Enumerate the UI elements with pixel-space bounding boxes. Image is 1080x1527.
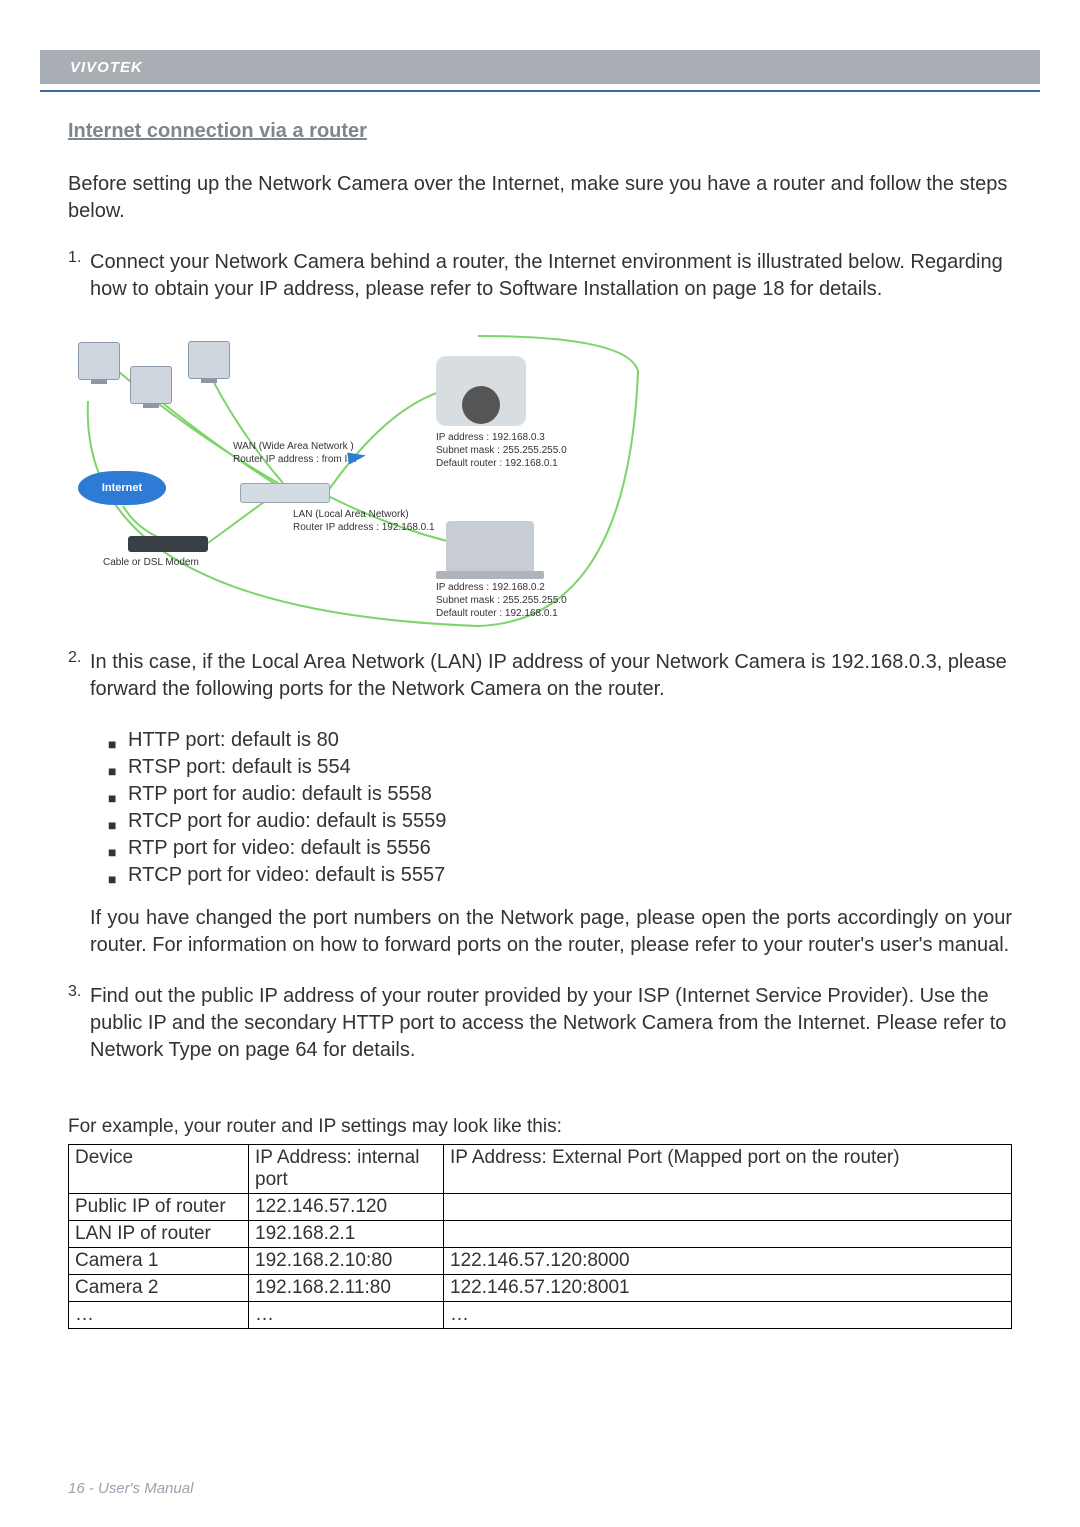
- header-bar: VIVOTEK: [40, 50, 1040, 84]
- step-3-text: Find out the public IP address of your r…: [90, 983, 1012, 1064]
- step-number: 1.: [68, 249, 90, 327]
- step-number: 3.: [68, 983, 90, 1088]
- camera-icon: [436, 356, 526, 426]
- ip-settings-table: Device IP Address: internal port IP Addr…: [68, 1144, 1012, 1329]
- table-row: Camera 1 192.168.2.10:80 122.146.57.120:…: [69, 1247, 1012, 1274]
- step-1: 1. Connect your Network Camera behind a …: [68, 249, 1012, 327]
- step-2-text: In this case, if the Local Area Network …: [90, 649, 1012, 703]
- lan-label: LAN (Local Area Network) Router IP addre…: [293, 509, 435, 534]
- table-header: Device: [69, 1144, 249, 1193]
- internet-cloud-icon: Internet: [78, 471, 166, 505]
- wan-label: WAN (Wide Area Network ) Router IP addre…: [233, 441, 361, 466]
- step-2-note: If you have changed the port numbers on …: [90, 905, 1012, 959]
- monitor-icon: [78, 342, 120, 380]
- monitor-icon: [130, 366, 172, 404]
- list-item: ■HTTP port: default is 80: [108, 727, 1012, 754]
- modem-label: Cable or DSL Modem: [103, 557, 199, 568]
- page-content: Internet connection via a router Before …: [68, 120, 1012, 1329]
- laptop-label: IP address : 192.168.0.2 Subnet mask : 2…: [436, 581, 567, 620]
- brand-text: VIVOTEK: [70, 59, 143, 76]
- table-header: IP Address: External Port (Mapped port o…: [444, 1144, 1012, 1193]
- monitor-icon: [188, 341, 230, 379]
- step-number: 2.: [68, 649, 90, 727]
- table-row: LAN IP of router 192.168.2.1: [69, 1220, 1012, 1247]
- list-item: ■RTP port for audio: default is 5558: [108, 781, 1012, 808]
- modem-icon: [128, 536, 208, 552]
- laptop-icon: [446, 521, 534, 573]
- intro-text: Before setting up the Network Camera ove…: [68, 171, 1012, 225]
- table-row: Camera 2 192.168.2.11:80 122.146.57.120:…: [69, 1274, 1012, 1301]
- list-item: ■RTCP port for audio: default is 5559: [108, 808, 1012, 835]
- list-item: ■RTSP port: default is 554: [108, 754, 1012, 781]
- step-1-text: Connect your Network Camera behind a rou…: [90, 249, 1012, 303]
- table-row: … … …: [69, 1301, 1012, 1328]
- camera-label: IP address : 192.168.0.3 Subnet mask : 2…: [436, 431, 567, 470]
- table-intro: For example, your router and IP settings…: [68, 1114, 1012, 1140]
- header-rule: [40, 90, 1040, 92]
- router-icon: [240, 483, 330, 503]
- step-2: 2. In this case, if the Local Area Netwo…: [68, 649, 1012, 727]
- table-header: IP Address: internal port: [249, 1144, 444, 1193]
- list-item: ■RTCP port for video: default is 5557: [108, 862, 1012, 889]
- list-item: ■RTP port for video: default is 5556: [108, 835, 1012, 862]
- step-3: 3. Find out the public IP address of you…: [68, 983, 1012, 1088]
- section-title: Internet connection via a router: [68, 120, 1012, 143]
- port-list: ■HTTP port: default is 80 ■RTSP port: de…: [108, 727, 1012, 889]
- page-footer: 16 - User's Manual: [68, 1480, 193, 1497]
- table-row: Device IP Address: internal port IP Addr…: [69, 1144, 1012, 1193]
- table-row: Public IP of router 122.146.57.120: [69, 1193, 1012, 1220]
- network-diagram: Internet Cable or DSL Modem WAN (Wide Ar…: [68, 331, 688, 631]
